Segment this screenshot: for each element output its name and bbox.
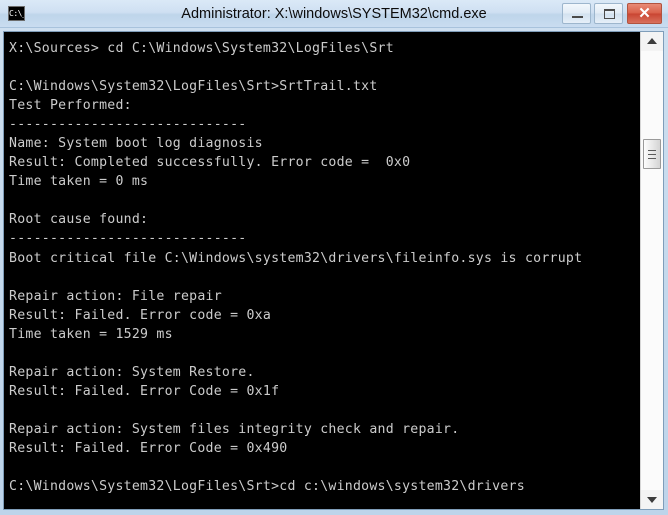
chevron-up-icon	[647, 38, 657, 44]
window-titlebar[interactable]: C:\_ Administrator: X:\windows\SYSTEM32\…	[0, 0, 668, 28]
scroll-down-arrow[interactable]	[641, 490, 663, 509]
maximize-button[interactable]	[594, 3, 623, 24]
grip-line	[648, 150, 656, 151]
chevron-down-icon	[647, 497, 657, 503]
minimize-button[interactable]	[562, 3, 591, 24]
close-button[interactable]: ✕	[627, 3, 662, 24]
console-output-text: X:\Sources> cd C:\Windows\System32\LogFi…	[9, 39, 582, 509]
scrollbar-track[interactable]	[641, 51, 663, 490]
maximize-icon	[604, 9, 615, 19]
scrollbar-thumb[interactable]	[643, 139, 661, 169]
cmd-window: C:\_ Administrator: X:\windows\SYSTEM32\…	[0, 0, 668, 515]
console-scrollbar[interactable]	[640, 32, 663, 509]
console-output-area[interactable]: X:\Sources> cd C:\Windows\System32\LogFi…	[4, 32, 640, 509]
console-frame: X:\Sources> cd C:\Windows\System32\LogFi…	[3, 31, 664, 510]
minimize-icon	[572, 16, 583, 18]
close-icon: ✕	[628, 4, 661, 23]
scroll-up-arrow[interactable]	[641, 32, 663, 51]
grip-line	[648, 154, 656, 155]
grip-line	[648, 158, 656, 159]
